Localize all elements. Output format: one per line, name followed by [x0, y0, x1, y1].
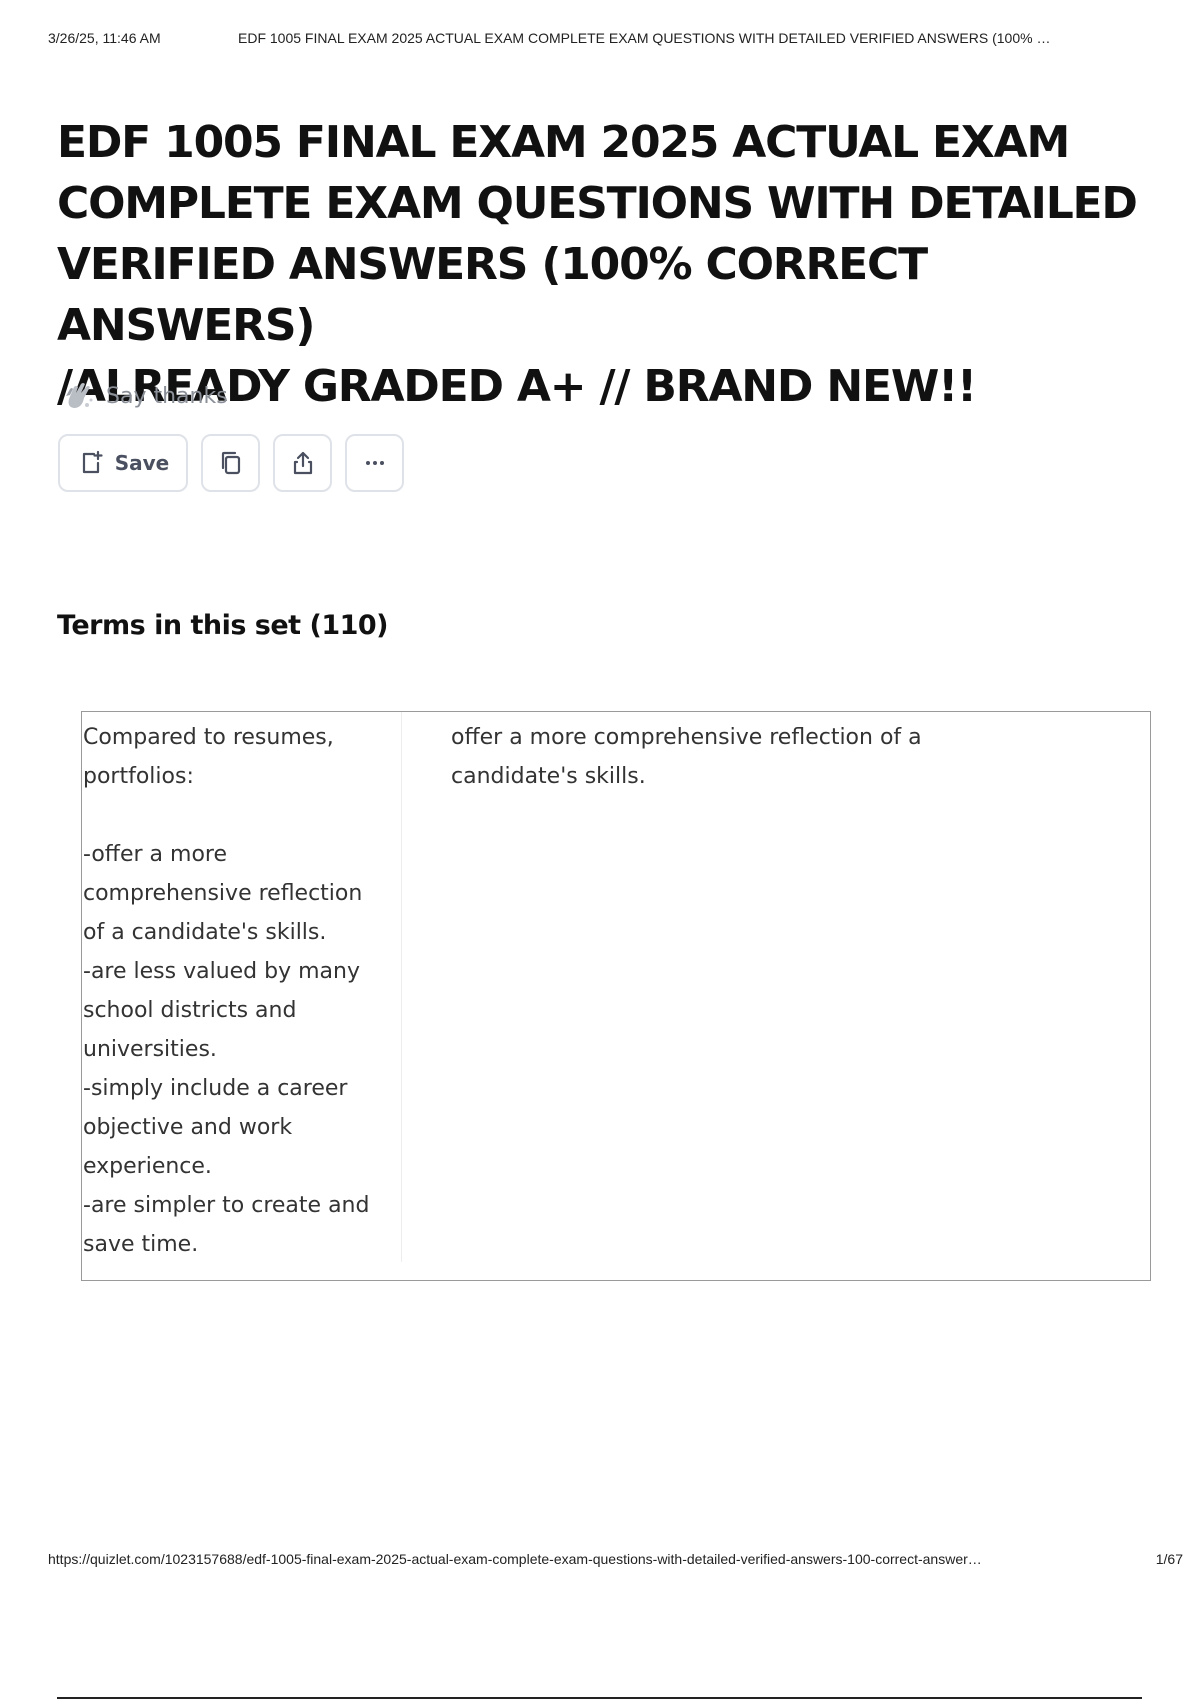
- action-toolbar: Save: [58, 434, 404, 492]
- save-button[interactable]: Save: [58, 434, 188, 492]
- bottom-rule: [57, 1697, 1142, 1699]
- more-options-button[interactable]: [345, 434, 404, 492]
- page-number: 1/67: [1155, 1551, 1183, 1567]
- share-button[interactable]: [273, 434, 332, 492]
- print-doc-title: EDF 1005 FINAL EXAM 2025 ACTUAL EXAM COM…: [238, 30, 1051, 46]
- definition-text: offer a more comprehensive reflection of…: [451, 725, 922, 789]
- say-thanks-button[interactable]: Say thanks: [60, 378, 228, 414]
- share-icon: [293, 451, 312, 475]
- print-datetime: 3/26/25, 11:46 AM: [48, 30, 161, 46]
- page-title-line: EDF 1005 FINAL EXAM 2025 ACTUAL EXAM: [57, 117, 1070, 168]
- copy-button[interactable]: [201, 434, 260, 492]
- page-url: https://quizlet.com/1023157688/edf-1005-…: [48, 1551, 982, 1567]
- page-title: EDF 1005 FINAL EXAM 2025 ACTUAL EXAM COM…: [57, 112, 1167, 417]
- copy-icon: [221, 451, 240, 475]
- save-icon: [82, 450, 103, 474]
- page-title-line: VERIFIED ANSWERS (100% CORRECT ANSWERS): [57, 239, 928, 351]
- clapping-hands-icon: [66, 383, 93, 408]
- term-divider: [401, 712, 402, 1262]
- save-label: Save: [114, 451, 170, 475]
- term-text: Compared to resumes, portfolios: -offer …: [83, 725, 370, 1257]
- terms-section-title: Terms in this set (110): [57, 610, 389, 641]
- say-thanks-label: Say thanks: [106, 383, 228, 409]
- term-card: Compared to resumes, portfolios: -offer …: [81, 711, 1151, 1281]
- more-icon: [365, 461, 384, 465]
- page-title-line: COMPLETE EXAM QUESTIONS WITH DETAILED: [57, 178, 1138, 229]
